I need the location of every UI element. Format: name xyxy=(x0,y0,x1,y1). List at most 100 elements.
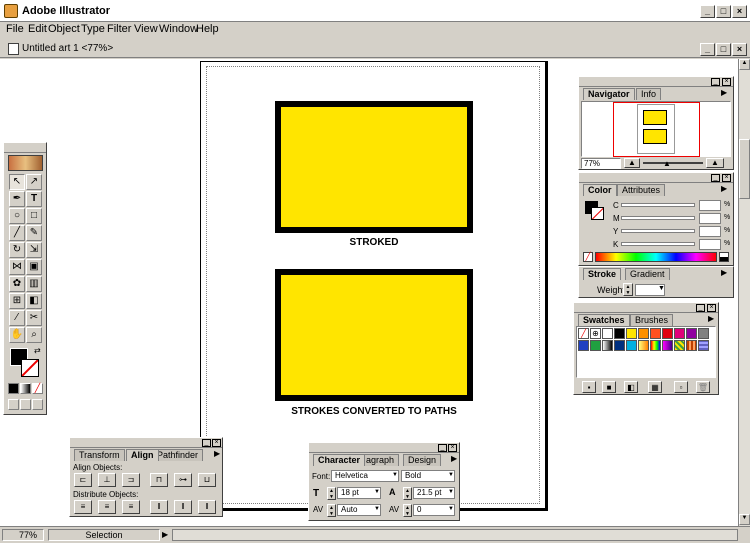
status-tool[interactable]: Selection xyxy=(48,529,160,541)
zoom-tool-icon[interactable]: ⌕ xyxy=(26,327,42,343)
zoom-field[interactable]: 77% xyxy=(2,529,44,541)
menu-edit[interactable]: Edit xyxy=(28,23,47,35)
character-font-select[interactable]: Helvetica xyxy=(331,470,399,482)
color-black-white-box[interactable] xyxy=(719,252,729,262)
distribute-right-button[interactable]: ‖ xyxy=(198,500,216,514)
menu-object[interactable]: Object xyxy=(48,23,80,35)
color-close-button[interactable]: × xyxy=(722,174,731,182)
menu-file[interactable]: File xyxy=(6,23,24,35)
navigator-zoom-slider[interactable] xyxy=(643,162,703,164)
character-minimize-button[interactable]: _ xyxy=(438,444,447,452)
swatch-green[interactable] xyxy=(590,340,601,351)
swatch-red-orange[interactable] xyxy=(650,328,661,339)
color-slider-m[interactable] xyxy=(621,216,695,220)
swatch-gray[interactable] xyxy=(698,328,709,339)
stroked-rectangle[interactable] xyxy=(275,101,473,233)
swatch-black[interactable] xyxy=(614,328,625,339)
menu-type[interactable]: Type xyxy=(81,23,105,35)
color-menu-arrow-icon[interactable]: ▶ xyxy=(721,184,727,193)
swatch-pattern-2[interactable] xyxy=(686,340,697,351)
swatch-gradient-yellow[interactable] xyxy=(638,340,649,351)
character-menu-arrow-icon[interactable]: ▶ xyxy=(451,454,457,463)
color-value-m[interactable] xyxy=(699,213,721,224)
color-value-c[interactable] xyxy=(699,200,721,211)
color-slider-k[interactable] xyxy=(621,242,695,246)
tab-align[interactable]: Align xyxy=(126,449,159,461)
character-close-button[interactable]: × xyxy=(448,444,457,452)
swatches-title[interactable]: _ × xyxy=(574,303,718,313)
swatch-red[interactable] xyxy=(662,328,673,339)
swatch-magenta[interactable] xyxy=(674,328,685,339)
hand-tool-icon[interactable]: ✋ xyxy=(9,327,25,343)
color-value-y[interactable] xyxy=(699,226,721,237)
full-screen-menu-mode-icon[interactable] xyxy=(20,399,31,410)
navigator-menu-arrow-icon[interactable]: ▶ xyxy=(721,88,727,97)
blend-tool-icon[interactable]: ⋈ xyxy=(9,259,25,275)
kerning-dropdown-icon[interactable]: ▼ xyxy=(374,506,380,512)
swatch-gradient-spectrum[interactable] xyxy=(650,340,661,351)
swatch-orange[interactable] xyxy=(638,328,649,339)
swatch-yellow[interactable] xyxy=(626,328,637,339)
vertical-scrollbar[interactable]: ▲ ▼ xyxy=(738,59,750,526)
ellipse-tool-icon[interactable]: ○ xyxy=(9,208,25,224)
graph-tool-icon[interactable]: ▥ xyxy=(26,276,42,292)
font-size-stepper[interactable]: ▲ ▼ xyxy=(327,487,336,500)
app-maximize-button[interactable]: □ xyxy=(716,5,731,18)
swatch-gradient-purple[interactable] xyxy=(662,340,673,351)
tab-color[interactable]: Color xyxy=(583,184,617,196)
leading-dropdown-icon[interactable]: ▼ xyxy=(448,489,454,495)
gradient-tool-icon[interactable]: ◧ xyxy=(26,293,42,309)
character-style-dropdown-icon[interactable]: ▼ xyxy=(448,472,454,478)
navigator-zoom-out-button[interactable]: ▲ xyxy=(624,158,640,168)
toolbox-title[interactable] xyxy=(4,143,46,153)
align-right-edges-button[interactable]: ⊐ xyxy=(122,473,140,487)
align-horizontal-centers-button[interactable]: ⊥ xyxy=(98,473,116,487)
tab-mm-design[interactable]: Design xyxy=(403,454,442,466)
tab-character[interactable]: Character xyxy=(313,454,366,466)
swatches-delete-button[interactable]: 🗑 xyxy=(696,381,710,393)
scroll-down-button[interactable]: ▼ xyxy=(739,514,750,525)
stroke-weight-dropdown-icon[interactable]: ▼ xyxy=(658,285,665,292)
align-left-edges-button[interactable]: ⊏ xyxy=(74,473,92,487)
swatch-pattern-3[interactable] xyxy=(698,340,709,351)
distribute-bottom-button[interactable]: ≡ xyxy=(122,500,140,514)
swatch-cyan[interactable] xyxy=(626,340,637,351)
align-close-button[interactable]: × xyxy=(212,439,221,447)
font-size-dropdown-icon[interactable]: ▼ xyxy=(374,489,380,495)
converted-rectangle[interactable] xyxy=(275,269,473,401)
align-menu-arrow-icon[interactable]: ▶ xyxy=(214,449,220,458)
standard-screen-mode-icon[interactable] xyxy=(8,399,19,410)
pen-tool-icon[interactable]: ✒ xyxy=(9,191,25,207)
doc-maximize-button[interactable]: □ xyxy=(716,43,731,56)
color-slider-c[interactable] xyxy=(621,203,695,207)
align-title[interactable]: _ × xyxy=(70,438,222,448)
swatches-new-button[interactable]: ▫ xyxy=(674,381,688,393)
app-minimize-button[interactable]: _ xyxy=(700,5,715,18)
color-spectrum-bar[interactable] xyxy=(595,252,717,262)
full-screen-mode-icon[interactable] xyxy=(32,399,43,410)
distribute-vertical-center-button[interactable]: ≡ xyxy=(98,500,116,514)
tracking-dropdown-icon[interactable]: ▼ xyxy=(448,506,454,512)
swatch-blue[interactable] xyxy=(578,340,589,351)
doc-close-button[interactable]: × xyxy=(732,43,747,56)
color-mode-icon[interactable] xyxy=(8,383,19,394)
paintbrush-tool-icon[interactable]: ╱ xyxy=(9,225,25,241)
color-slider-y[interactable] xyxy=(621,229,695,233)
color-none-box[interactable]: ╱ xyxy=(583,252,593,262)
distribute-left-button[interactable]: ‖ xyxy=(150,500,168,514)
kerning-stepper[interactable]: ▲ ▼ xyxy=(327,504,336,517)
tab-stroke[interactable]: Stroke xyxy=(583,268,622,280)
scroll-thumb[interactable] xyxy=(739,139,750,199)
character-style-select[interactable]: Bold xyxy=(401,470,455,482)
swatch-dark-blue[interactable] xyxy=(614,340,625,351)
navigator-preview[interactable] xyxy=(581,101,731,157)
align-top-edges-button[interactable]: ⊓ xyxy=(150,473,168,487)
gradient-mode-icon[interactable] xyxy=(20,383,31,394)
horizontal-scrollbar[interactable] xyxy=(172,529,738,541)
menu-view[interactable]: View xyxy=(134,23,158,35)
mesh-tool-icon[interactable]: ⊞ xyxy=(9,293,25,309)
free-transform-tool-icon[interactable]: ▣ xyxy=(26,259,42,275)
swatch-purple[interactable] xyxy=(686,328,697,339)
doc-minimize-button[interactable]: _ xyxy=(700,43,715,56)
stroke-menu-arrow-icon[interactable]: ▶ xyxy=(721,268,727,277)
